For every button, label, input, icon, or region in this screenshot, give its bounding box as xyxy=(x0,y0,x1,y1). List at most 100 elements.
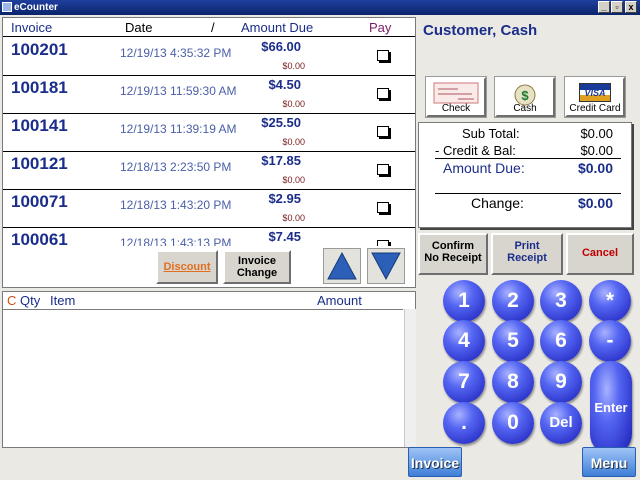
invoice-list-header: Invoice Date / Amount Due Pay xyxy=(3,18,415,37)
minimize-button[interactable]: _ xyxy=(598,1,610,13)
down-arrow-icon xyxy=(371,252,401,281)
scroll-down-button[interactable] xyxy=(367,248,405,284)
header-amount-due: Amount Due xyxy=(241,20,314,35)
key-8[interactable]: 8 xyxy=(492,361,534,403)
header-divider: / xyxy=(211,20,215,35)
invoice-number: 100121 xyxy=(11,154,68,173)
key-3[interactable]: 3 xyxy=(540,280,582,322)
change-label: Change: xyxy=(471,195,524,211)
header-qty: Qty xyxy=(20,293,41,308)
close-button[interactable]: x xyxy=(625,1,637,13)
key-9[interactable]: 9 xyxy=(540,361,582,403)
title-bar: eCounter _ ▫ x xyxy=(0,0,640,15)
up-arrow-icon xyxy=(327,251,357,280)
invoice-change-label-line1: Invoice xyxy=(238,255,276,267)
invoice-change-button[interactable]: Invoice Change xyxy=(223,250,291,284)
key-1[interactable]: 1 xyxy=(443,280,485,322)
credit-card-payment-button[interactable]: VISA Credit Card xyxy=(564,76,626,118)
discount-button[interactable]: Discount xyxy=(156,250,218,284)
invoice-date: 12/19/13 11:39:19 AM xyxy=(120,122,237,136)
check-payment-button[interactable]: Check xyxy=(425,76,487,118)
check-icon xyxy=(433,82,479,104)
invoice-row[interactable]: 100201 12/19/13 4:35:32 PM $66.00 $0.00 xyxy=(3,37,415,76)
change-value: $0.00 xyxy=(577,195,613,211)
visa-card-icon: VISA xyxy=(579,83,611,102)
print-label-line1: Print xyxy=(514,240,540,252)
cash-payment-button[interactable]: $ Cash xyxy=(494,76,556,118)
scroll-up-button[interactable] xyxy=(323,248,361,284)
invoice-row[interactable]: 100121 12/18/13 2:23:50 PM $17.85 $0.00 xyxy=(3,151,415,190)
amount-due-label: Amount Due: xyxy=(443,160,525,176)
credit-balance-value: $0.00 xyxy=(580,143,613,158)
pay-checkbox[interactable] xyxy=(377,164,389,175)
main-area: Invoice Date / Amount Due Pay 100201 12/… xyxy=(0,15,640,480)
invoice-amount: $17.85 xyxy=(261,153,301,168)
key-7[interactable]: 7 xyxy=(443,361,485,403)
maximize-button[interactable]: ▫ xyxy=(611,1,623,13)
invoice-sub-amount: $0.00 xyxy=(282,137,305,147)
key-6[interactable]: 6 xyxy=(540,320,582,362)
invoice-date: 12/18/13 1:43:20 PM xyxy=(120,198,232,212)
invoice-row[interactable]: 100071 12/18/13 1:43:20 PM $2.95 $0.00 xyxy=(3,189,415,228)
invoice-amount: $7.45 xyxy=(268,229,301,244)
window-title: eCounter xyxy=(14,2,58,13)
check-label: Check xyxy=(441,103,471,114)
header-c: C xyxy=(7,293,17,308)
invoice-amount: $25.50 xyxy=(261,115,301,130)
invoice-number: 100071 xyxy=(11,192,68,211)
header-date: Date xyxy=(125,20,153,35)
header-amount: Amount xyxy=(317,293,362,308)
invoice-row[interactable]: 100061 12/18/13 1:43:13 PM $7.45 xyxy=(3,227,415,247)
key-4[interactable]: 4 xyxy=(443,320,485,362)
invoice-sub-amount: $0.00 xyxy=(282,175,305,185)
invoice-sub-amount: $0.00 xyxy=(282,61,305,71)
invoice-number: 100061 xyxy=(11,230,68,247)
pay-checkbox[interactable] xyxy=(377,88,389,99)
invoice-row[interactable]: 100181 12/19/13 11:59:30 AM $4.50 $0.00 xyxy=(3,75,415,114)
subtotal-value: $0.00 xyxy=(580,126,613,141)
totals-divider xyxy=(435,158,621,159)
invoice-date: 12/18/13 2:23:50 PM xyxy=(120,160,232,174)
pay-checkbox[interactable] xyxy=(377,126,389,137)
header-item: Item xyxy=(50,293,76,308)
confirm-no-receipt-button[interactable]: Confirm No Receipt xyxy=(418,233,488,275)
invoice-actions-bar: Discount Invoice Change xyxy=(2,246,416,288)
key-0[interactable]: 0 xyxy=(492,402,534,444)
key-2[interactable]: 2 xyxy=(492,280,534,322)
confirm-label-line1: Confirm xyxy=(431,240,475,252)
items-scrollbar[interactable] xyxy=(404,309,416,447)
invoice-number: 100141 xyxy=(11,116,68,135)
items-list: C Qty Item Amount xyxy=(2,291,416,448)
key-delete[interactable]: Del xyxy=(540,402,582,444)
key-minus[interactable]: - xyxy=(589,320,631,362)
invoice-sub-amount: $0.00 xyxy=(282,99,305,109)
invoice-amount: $4.50 xyxy=(268,77,301,92)
change-divider xyxy=(435,193,621,194)
pay-checkbox[interactable] xyxy=(377,202,389,213)
enter-key[interactable]: Enter xyxy=(590,361,632,455)
app-icon xyxy=(2,2,12,12)
invoice-list: Invoice Date / Amount Due Pay 100201 12/… xyxy=(2,17,416,247)
invoice-change-label-line2: Change xyxy=(236,267,278,279)
key-dot[interactable]: . xyxy=(443,402,485,444)
print-receipt-button[interactable]: Print Receipt xyxy=(491,233,563,275)
cancel-button[interactable]: Cancel xyxy=(566,233,634,275)
header-pay: Pay xyxy=(369,20,392,35)
invoice-sub-amount: $0.00 xyxy=(282,213,305,223)
invoice-amount: $66.00 xyxy=(261,39,301,54)
invoice-number: 100181 xyxy=(11,78,68,97)
pay-checkbox[interactable] xyxy=(377,50,389,61)
visa-logo-text: VISA xyxy=(584,88,606,98)
key-star[interactable]: * xyxy=(589,280,631,322)
menu-button[interactable]: Menu xyxy=(582,447,636,477)
invoice-button[interactable]: Invoice xyxy=(408,447,462,477)
invoice-row[interactable]: 100141 12/19/13 11:39:19 AM $25.50 $0.00 xyxy=(3,113,415,152)
credit-balance-label: - Credit & Bal: xyxy=(435,143,516,158)
svg-text:$: $ xyxy=(521,88,529,103)
subtotal-label: Sub Total: xyxy=(462,126,520,141)
items-header: C Qty Item Amount xyxy=(3,292,403,310)
header-invoice: Invoice xyxy=(11,20,53,35)
invoice-amount: $2.95 xyxy=(268,191,301,206)
key-5[interactable]: 5 xyxy=(492,320,534,362)
customer-name: Customer, Cash xyxy=(423,22,538,39)
